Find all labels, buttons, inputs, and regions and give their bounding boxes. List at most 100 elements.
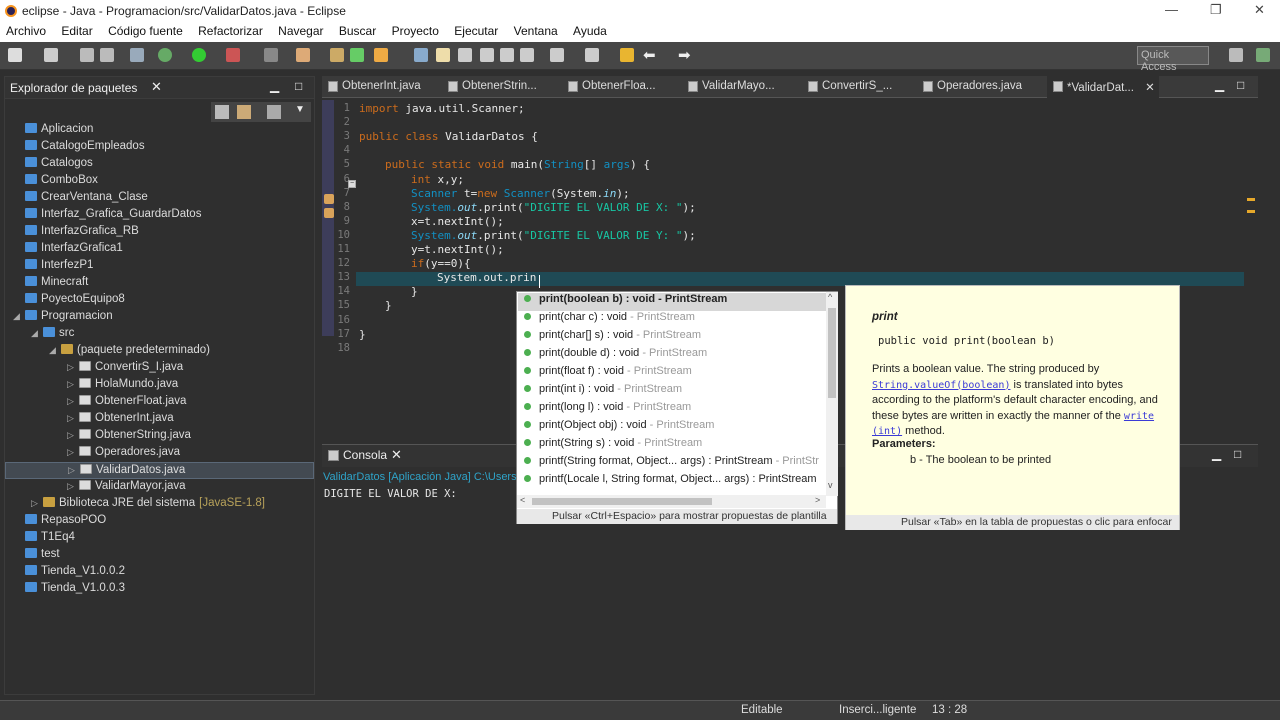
coverage-icon[interactable] (226, 48, 240, 62)
tree-item[interactable]: CrearVentana_Clase (5, 190, 314, 207)
collapsed-arrow-icon[interactable]: ▷ (67, 430, 74, 441)
menu-ejecutar[interactable]: Ejecutar (448, 22, 504, 38)
editor-tab[interactable]: Operadores.java (917, 76, 1026, 98)
hscroll-thumb[interactable] (532, 498, 712, 505)
proposal-scrollbar[interactable]: ^ v (826, 292, 838, 496)
tree-item[interactable]: Interfaz_Grafica_GuardarDatos (5, 207, 314, 224)
expanded-arrow-icon[interactable]: ◢ (13, 311, 20, 322)
tree-item[interactable]: test (5, 547, 314, 564)
prev-annotation-icon[interactable] (585, 48, 599, 62)
tree-item[interactable]: ◢ (paquete predeterminado) (5, 343, 314, 360)
close-tab-icon[interactable]: ✕ (1142, 82, 1155, 94)
proposal-item[interactable]: print(long l) : void - PrintStream (524, 401, 824, 419)
tree-item[interactable]: Tienda_V1.0.0.2 (5, 564, 314, 581)
tree-item[interactable]: ▷ ObtenerInt.java (5, 411, 314, 428)
tree-item[interactable]: Tienda_V1.0.0.3 (5, 581, 314, 598)
console-minimize-icon[interactable]: ▁ (1212, 447, 1221, 461)
collapsed-arrow-icon[interactable]: ▷ (31, 498, 38, 509)
maximize-button[interactable]: ❐ (1210, 2, 1222, 18)
expanded-arrow-icon[interactable]: ◢ (31, 328, 38, 339)
run-icon[interactable] (192, 48, 206, 62)
new-class-icon[interactable] (350, 48, 364, 62)
tree-item[interactable]: ▷ Biblioteca JRE del sistema [JavaSE-1.8] (5, 496, 314, 513)
block-selection-icon[interactable] (500, 48, 514, 62)
editor-tab[interactable]: ObtenerFloa... (562, 76, 660, 98)
show-whitespace-icon[interactable] (480, 48, 494, 62)
tree-item[interactable]: Catalogos (5, 156, 314, 173)
open-perspective-icon[interactable] (1229, 48, 1243, 62)
proposal-item[interactable]: print(int i) : void - PrintStream (524, 383, 824, 401)
forward-arrow-icon[interactable]: ➡ (678, 46, 691, 64)
tree-item[interactable]: CatalogoEmpleados (5, 139, 314, 156)
skip-breakpoints-icon[interactable] (130, 48, 144, 62)
proposal-item[interactable]: print(float f) : void - PrintStream (524, 365, 824, 383)
open-icon[interactable] (44, 48, 58, 62)
tree-item[interactable]: ◢ Programacion (5, 309, 314, 326)
scroll-right-icon[interactable]: > (815, 495, 820, 505)
menu-ayuda[interactable]: Ayuda (567, 22, 613, 38)
editor-tab[interactable]: *ValidarDat... ✕ (1047, 76, 1159, 98)
tree-item[interactable]: PoyectoEquipo8 (5, 292, 314, 309)
scroll-down-icon[interactable]: v (828, 480, 833, 490)
tree-item[interactable]: ▷ ConvertirS_I.java (5, 360, 314, 377)
tree-item[interactable]: Minecraft (5, 275, 314, 292)
toggle-mark-icon[interactable] (436, 48, 450, 62)
tree-item[interactable]: ▷ ValidarMayor.java (5, 479, 314, 496)
collapsed-arrow-icon[interactable]: ▷ (67, 447, 74, 458)
menu-editar[interactable]: Editar (55, 22, 98, 38)
proposal-item[interactable]: print(String s) : void - PrintStream (524, 437, 824, 455)
menu-buscar[interactable]: Buscar (333, 22, 382, 38)
collapsed-arrow-icon[interactable]: ▷ (68, 465, 75, 476)
tree-item[interactable]: ▷ HolaMundo.java (5, 377, 314, 394)
proposal-item[interactable]: print(double d) : void - PrintStream (524, 347, 824, 365)
close-window-button[interactable]: ✕ (1254, 2, 1265, 18)
tree-item[interactable]: InterfazGrafica_RB (5, 224, 314, 241)
debug-icon[interactable] (158, 48, 172, 62)
scroll-left-icon[interactable]: < (520, 495, 525, 505)
tree-item[interactable]: InterfezP1 (5, 258, 314, 275)
editor-tab[interactable]: ObtenerInt.java (322, 76, 425, 98)
menu-archivo[interactable]: Archivo (0, 22, 52, 38)
menu-navegar[interactable]: Navegar (272, 22, 329, 38)
console-output[interactable]: DIGITE EL VALOR DE X: (324, 488, 457, 500)
expanded-arrow-icon[interactable]: ◢ (49, 345, 56, 356)
close-view-icon[interactable]: ✕ (151, 79, 162, 95)
new-icon[interactable] (8, 48, 22, 62)
java-perspective-icon[interactable] (1256, 48, 1270, 62)
new-java-project-icon[interactable] (296, 48, 310, 62)
editor-tab[interactable]: ObtenerStrin... (442, 76, 541, 98)
javadoc-link-valueof[interactable]: String.valueOf(boolean) (872, 380, 1010, 391)
tree-item[interactable]: ◢ src (5, 326, 314, 343)
collapsed-arrow-icon[interactable]: ▷ (67, 362, 74, 373)
tree-item[interactable]: ▷ ValidarDatos.java (5, 462, 314, 479)
pin-editor-icon[interactable] (520, 48, 534, 62)
minimize-view-icon[interactable]: ▁ (270, 79, 279, 93)
scroll-thumb[interactable] (828, 308, 836, 398)
open-type-icon[interactable] (374, 48, 388, 62)
tree-item[interactable]: Aplicacion (5, 122, 314, 139)
proposal-hscrollbar[interactable]: < > (517, 495, 826, 508)
proposal-item[interactable]: print(char[] s) : void - PrintStream (524, 329, 824, 347)
tree-item[interactable]: ▷ ObtenerFloat.java (5, 394, 314, 411)
next-annotation-icon[interactable] (550, 48, 564, 62)
collapsed-arrow-icon[interactable]: ▷ (67, 413, 74, 424)
package-explorer-title[interactable]: Explorador de paquetes (10, 81, 137, 95)
status-cursor-position[interactable]: 13 : 28 (932, 704, 967, 716)
editor-minimize-icon[interactable]: ▁ (1215, 78, 1224, 92)
last-edit-icon[interactable] (620, 48, 634, 62)
proposal-item[interactable]: printf(Locale l, String format, Object..… (524, 473, 824, 491)
view-menu-icon[interactable]: ▼ (295, 104, 305, 115)
javadoc-link-int[interactable]: (int) (872, 426, 902, 437)
status-insert-mode[interactable]: Inserci...ligente (839, 704, 916, 716)
tree-item[interactable]: T1Eq4 (5, 530, 314, 547)
collapsed-arrow-icon[interactable]: ▷ (67, 396, 74, 407)
editor-maximize-icon[interactable]: □ (1237, 78, 1244, 92)
new-package-icon[interactable] (330, 48, 344, 62)
link-editor-icon[interactable] (237, 105, 251, 119)
maximize-view-icon[interactable]: □ (295, 79, 302, 93)
proposal-item[interactable]: print(boolean b) : void - PrintStream (518, 293, 826, 311)
minimize-button[interactable]: — (1165, 2, 1178, 17)
console-tab[interactable]: Consola (343, 448, 387, 462)
tree-item[interactable]: ComboBox (5, 173, 314, 190)
console-maximize-icon[interactable]: □ (1234, 447, 1241, 461)
